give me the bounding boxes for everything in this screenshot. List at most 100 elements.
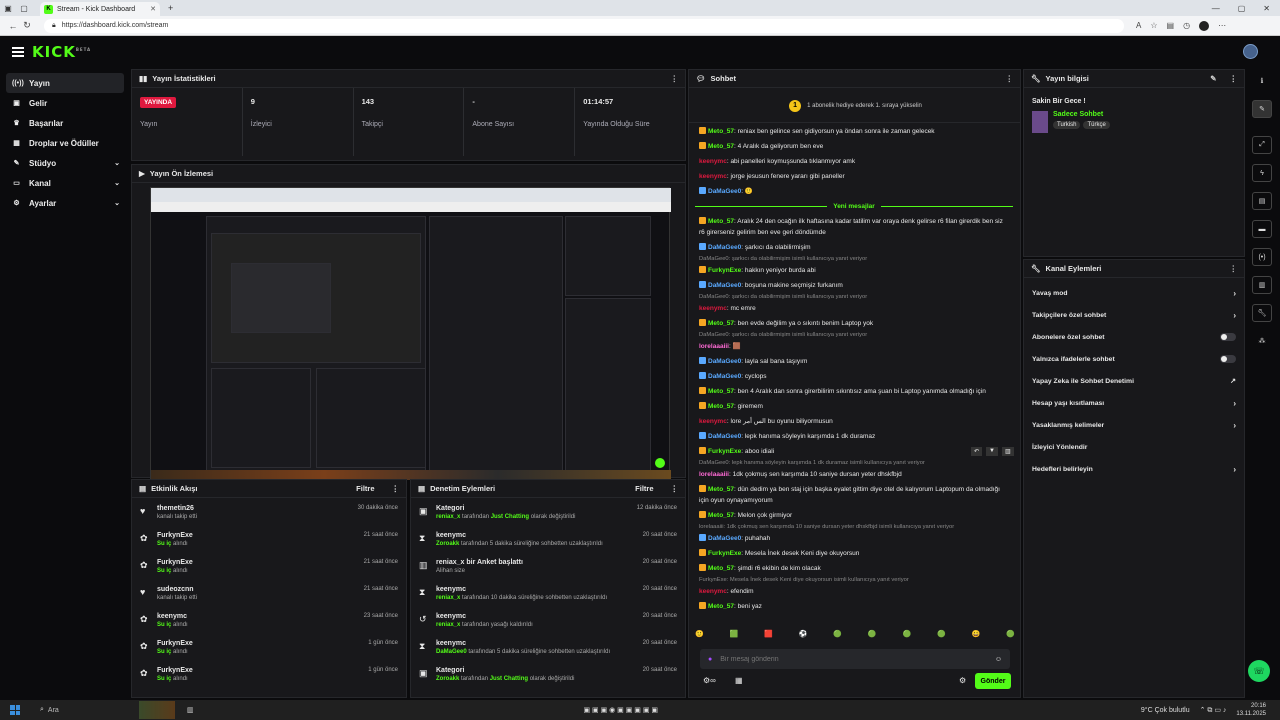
gift-icon[interactable]: ▦ bbox=[735, 676, 743, 685]
chat-username[interactable]: keenymc bbox=[699, 418, 727, 425]
tab-actions-icon[interactable]: ▢ bbox=[16, 0, 32, 16]
chat-username[interactable]: keenymc bbox=[699, 305, 727, 312]
more-options-icon[interactable]: ⋮ bbox=[1006, 74, 1014, 83]
chat-message[interactable]: lorelaaaiii: 1dk çokmuş sen karşımda 10 … bbox=[695, 467, 1013, 482]
followers-only-control[interactable]: Takipçilere özel sohbet › bbox=[1024, 304, 1244, 326]
browser-more-icon[interactable]: ⋯ bbox=[1218, 21, 1226, 31]
chat-message[interactable]: DaMaGee0: boşuna makine seçmişiz furkanı… bbox=[695, 278, 1013, 293]
slow-mode-control[interactable]: Yavaş mod › bbox=[1024, 282, 1244, 304]
chat-username[interactable]: FurkynExe bbox=[708, 267, 741, 274]
sidebar-item-gelir[interactable]: ▣ Gelir bbox=[6, 93, 124, 113]
stream-preview-video[interactable] bbox=[150, 187, 671, 480]
chat-username[interactable]: Meto_57 bbox=[708, 603, 734, 610]
browser-tab[interactable]: K Stream - Kick Dashboard ✕ bbox=[40, 2, 160, 16]
support-chat-button[interactable]: ☏ bbox=[1248, 660, 1270, 682]
chat-message[interactable]: Meto_57: ben evde değilim ya o sıkıntı b… bbox=[695, 316, 1013, 331]
sidebar-item-droplar[interactable]: ▦ Droplar ve Ödüller bbox=[6, 133, 124, 153]
system-tray-icons[interactable]: ⌃ ⧉ ▭ ♪ bbox=[1200, 706, 1227, 715]
wrench-icon[interactable]: 🔧︎ bbox=[1252, 304, 1272, 322]
ai-moderation-control[interactable]: Yapay Zeka ile Sohbet Denetimi ↗ bbox=[1024, 370, 1244, 392]
emote-icon[interactable]: 🟢 bbox=[868, 630, 877, 644]
emote-icon[interactable]: 😀 bbox=[972, 630, 981, 644]
layout-icon[interactable]: ▥ bbox=[1252, 276, 1272, 294]
emotes-only-toggle[interactable] bbox=[1220, 355, 1236, 363]
chat-username[interactable]: Meto_57 bbox=[708, 388, 734, 395]
weather-status[interactable]: 9°C Çok bulutlu bbox=[1141, 707, 1190, 714]
task-view-icon[interactable]: ▥ bbox=[187, 706, 194, 714]
chat-message[interactable]: Meto_57: giremem bbox=[695, 399, 1013, 414]
chat-username[interactable]: DaMaGee0 bbox=[708, 188, 741, 195]
chat-message[interactable]: FurkynExe: hakkın yeniyor burda abi bbox=[695, 263, 1013, 278]
pin-icon[interactable]: ▼ bbox=[986, 447, 998, 456]
chat-message[interactable]: Meto_57: 4 Aralık da geliyorum ben eve bbox=[695, 139, 1013, 154]
chat-message[interactable]: DaMaGee0: layla sal bana taşıyım bbox=[695, 354, 1013, 369]
chat-username[interactable]: Meto_57 bbox=[708, 218, 734, 225]
edit-icon[interactable]: ✎ bbox=[1210, 74, 1216, 83]
gear-icon[interactable]: ⚙ bbox=[959, 676, 966, 685]
new-tab-button[interactable]: + bbox=[168, 3, 173, 13]
windows-start-icon[interactable] bbox=[10, 705, 20, 715]
chat-username[interactable]: DaMaGee0 bbox=[708, 535, 741, 542]
emote-icon[interactable]: 🙂 bbox=[695, 630, 704, 644]
back-icon[interactable]: ← bbox=[6, 21, 20, 31]
user-avatar[interactable] bbox=[1243, 44, 1258, 59]
chat-username[interactable]: Meto_57 bbox=[708, 320, 734, 327]
chat-message[interactable]: Meto_57: Melon çok girmiyor bbox=[695, 508, 1013, 523]
chat-message[interactable]: Meto_57: ben 4 Aralık dan sonra girerbil… bbox=[695, 384, 1013, 399]
chat-username[interactable]: FurkynExe bbox=[708, 448, 741, 455]
emote-icon[interactable]: 🟢 bbox=[1006, 630, 1015, 644]
chat-username[interactable]: keenymc bbox=[699, 158, 727, 165]
chat-input[interactable]: ● ☺ bbox=[700, 649, 1010, 669]
sidebar-item-studyo[interactable]: ✎ Stüdyo ⌄ bbox=[6, 153, 124, 173]
chat-username[interactable]: DaMaGee0 bbox=[708, 433, 741, 440]
raid-control[interactable]: İzleyici Yönlendir bbox=[1024, 436, 1244, 458]
chat-username[interactable]: DaMaGee0 bbox=[708, 244, 741, 251]
hamburger-menu-icon[interactable] bbox=[12, 47, 24, 57]
delete-icon[interactable]: ▥ bbox=[1001, 447, 1014, 456]
expand-icon[interactable]: ⤢ bbox=[1252, 136, 1272, 154]
category-name[interactable]: Sadece Sohbet bbox=[1053, 111, 1110, 118]
reply-icon[interactable]: ↶ bbox=[971, 447, 983, 456]
close-window-icon[interactable]: ✕ bbox=[1263, 4, 1270, 13]
chat-username[interactable]: Meto_57 bbox=[708, 486, 734, 493]
chat-username[interactable]: lorelaaaiii bbox=[699, 343, 729, 350]
more-options-icon[interactable]: ⋮ bbox=[671, 484, 679, 493]
pinned-gift-banner[interactable]: 1 1 abonelik hediye ederek 1. sıraya yük… bbox=[689, 89, 1020, 123]
sidebar-item-yayin[interactable]: ((•)) Yayın bbox=[6, 73, 124, 93]
list-icon[interactable]: ▤ bbox=[1252, 192, 1272, 210]
widget-thumbnail[interactable] bbox=[138, 701, 175, 719]
share-icon[interactable]: ⁂ bbox=[1252, 332, 1272, 350]
set-goals-control[interactable]: Hedefleri belirleyin › bbox=[1024, 458, 1244, 480]
sidebar-item-basarilar[interactable]: ♛ Başarılar bbox=[6, 113, 124, 133]
chat-message[interactable]: keenymc: jorge jesusun fenere yararı gib… bbox=[695, 169, 1013, 184]
banned-words-control[interactable]: Yasaklanmış kelimeler › bbox=[1024, 414, 1244, 436]
chat-message[interactable]: Meto_57: şimdi r6 ekibin de kim olacak bbox=[695, 561, 1013, 576]
chat-username[interactable]: keenymc bbox=[699, 173, 727, 180]
sidebar-item-ayarlar[interactable]: ⚙ Ayarlar ⌄ bbox=[6, 193, 124, 213]
chat-message[interactable]: keenymc: abi panelleri koymuşsunda tıkla… bbox=[695, 154, 1013, 169]
read-aloud-icon[interactable]: A bbox=[1136, 21, 1141, 31]
kick-logo[interactable]: KICKBETA bbox=[32, 43, 91, 61]
more-options-icon[interactable]: ⋮ bbox=[392, 484, 400, 493]
more-options-icon[interactable]: ⋮ bbox=[1230, 264, 1238, 273]
chat-username[interactable]: DaMaGee0 bbox=[708, 373, 741, 380]
chat-message[interactable]: keenymc: mc emre bbox=[695, 301, 1013, 316]
chat-message[interactable]: DaMaGee0: şarkıcı da olabilirmişim bbox=[695, 240, 1013, 255]
favorite-star-icon[interactable]: ☆ bbox=[1150, 21, 1157, 31]
emoji-picker-icon[interactable]: ☺ bbox=[995, 656, 1002, 663]
chat-message[interactable]: keenymc: lore الس أمر bu oyunu biliyormu… bbox=[695, 414, 1013, 429]
tab-close-icon[interactable]: ✕ bbox=[150, 5, 156, 13]
emote-icon[interactable]: 🟢 bbox=[902, 630, 911, 644]
search-icon[interactable]: ⌕ bbox=[40, 706, 44, 714]
chat-message-field[interactable] bbox=[720, 655, 987, 663]
chat-message[interactable]: FurkynExe: Mesela İnek desek Keni diye o… bbox=[695, 546, 1013, 561]
taskbar-apps[interactable]: ▣ ▣ ▣ ◉ ▣ ▣ ▣ ▣ ▣ bbox=[583, 706, 658, 714]
chat-message[interactable]: Meto_57: dün dedim ya ben staj için başk… bbox=[695, 482, 1013, 508]
chat-message[interactable]: DaMaGee0: 🙂 bbox=[695, 184, 1013, 199]
chat-settings-icon[interactable]: ⚙∞ bbox=[703, 676, 716, 685]
chat-message[interactable]: Meto_57: Aralık 24 den ocağın ilk haftas… bbox=[695, 214, 1013, 240]
chat-username[interactable]: keenymc bbox=[699, 588, 727, 595]
chat-username[interactable]: DaMaGee0 bbox=[708, 358, 741, 365]
microphone-icon[interactable]: ● bbox=[708, 656, 712, 663]
chat-message[interactable]: DaMaGee0: lepk hanıma söyleyin karşımda … bbox=[695, 429, 1013, 444]
